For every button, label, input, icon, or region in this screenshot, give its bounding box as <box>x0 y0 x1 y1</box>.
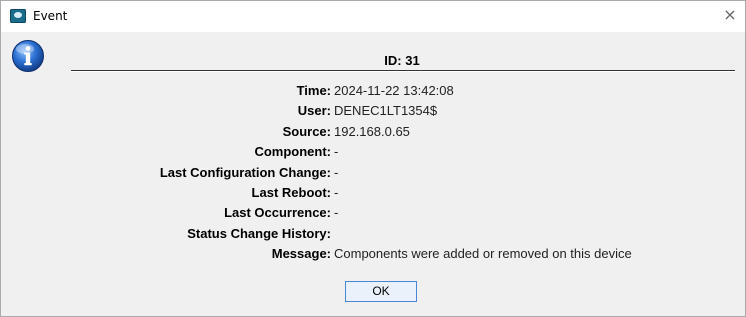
field-value: - <box>334 205 339 221</box>
header-divider <box>71 70 735 72</box>
field-row-last-reboot: Last Reboot: - <box>1 183 745 203</box>
field-row-user: User: DENEC1LT1354$ <box>1 101 745 121</box>
field-value: 2024-11-22 13:42:08 <box>334 83 454 98</box>
field-label: Last Configuration Change: <box>159 164 331 180</box>
close-icon[interactable]: × <box>719 4 741 26</box>
field-value: - <box>334 144 339 160</box>
event-id-heading: ID: 31 <box>384 53 420 68</box>
field-row-time: Time: 2024-11-22 13:42:08 <box>1 81 745 101</box>
field-label: Last Reboot: <box>251 184 331 200</box>
field-row-component: Component: - <box>1 142 745 162</box>
field-label: Component: <box>254 144 331 160</box>
event-dialog: Event × ID: 31 Time: 2024-11-22 13:42:08… <box>0 0 746 317</box>
field-value: 192.168.0.65 <box>334 123 410 139</box>
field-value: - <box>334 164 339 180</box>
field-row-status-change-history: Status Change History: <box>1 224 745 244</box>
field-label: Message: <box>271 246 331 262</box>
field-label: Source: <box>282 123 331 139</box>
field-row-source: Source: 192.168.0.65 <box>1 122 745 142</box>
field-value: DENEC1LT1354$ <box>334 103 438 119</box>
field-label: Time: <box>296 83 331 98</box>
title-bar[interactable]: Event × <box>1 1 745 32</box>
field-row-last-occurrence: Last Occurrence: - <box>1 203 745 223</box>
event-details: Time: 2024-11-22 13:42:08 User: DENEC1LT… <box>1 81 745 265</box>
field-label: Last Occurrence: <box>224 205 331 221</box>
field-value: Components were added or removed on this… <box>334 246 632 262</box>
field-row-message: Message: Components were added or remove… <box>1 244 745 264</box>
field-value: - <box>334 184 339 200</box>
field-row-last-configuration-change: Last Configuration Change: - <box>1 163 745 183</box>
field-label: User: <box>297 103 331 119</box>
field-label: Status Change History: <box>187 225 331 241</box>
ok-button[interactable]: OK <box>345 281 417 302</box>
window-title: Event <box>33 9 68 23</box>
info-icon <box>12 40 44 72</box>
app-icon <box>10 9 26 23</box>
